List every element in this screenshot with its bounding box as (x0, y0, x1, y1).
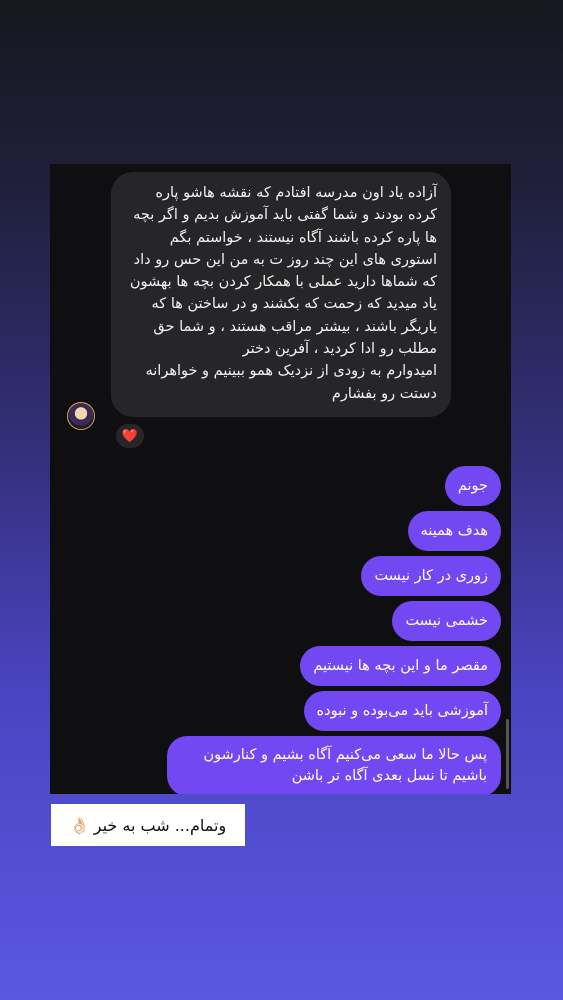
sender-avatar[interactable] (67, 402, 95, 430)
outgoing-message-7: پس حالا ما سعی می‌کنیم آگاه بشیم و کنارش… (167, 736, 501, 794)
incoming-message-paragraph-1: آزاده یاد اون مدرسه افتادم که نقشه هاشو … (129, 185, 437, 358)
chat-screenshot: آزاده یاد اون مدرسه افتادم که نقشه هاشو … (50, 164, 511, 794)
outgoing-message-4: خشمی نیست (392, 601, 501, 641)
heart-reaction[interactable]: ❤️ (114, 422, 146, 450)
story-caption: وتمام... شب به خیر 👌🏻 (51, 804, 245, 846)
outgoing-message-6: آموزشی باید می‌بوده و نبوده (303, 691, 501, 731)
outgoing-message-1: جونم (444, 466, 501, 506)
outgoing-message-2: هدف همینه (407, 511, 501, 551)
incoming-message-paragraph-2: امیدوارم به زودی از نزدیک همو ببینیم و خ… (145, 363, 437, 402)
outgoing-message-3: زوری در کار نیست (361, 556, 501, 596)
heart-icon: ❤️ (121, 428, 139, 444)
outgoing-message-5: مقصر ما و این بچه ها نیستیم (300, 646, 501, 686)
chat-scrollbar[interactable] (506, 719, 509, 789)
incoming-message-bubble: آزاده یاد اون مدرسه افتادم که نقشه هاشو … (111, 172, 451, 417)
ok-hand-icon: 👌🏻 (69, 815, 90, 835)
caption-text: وتمام... شب به خیر (93, 815, 227, 835)
